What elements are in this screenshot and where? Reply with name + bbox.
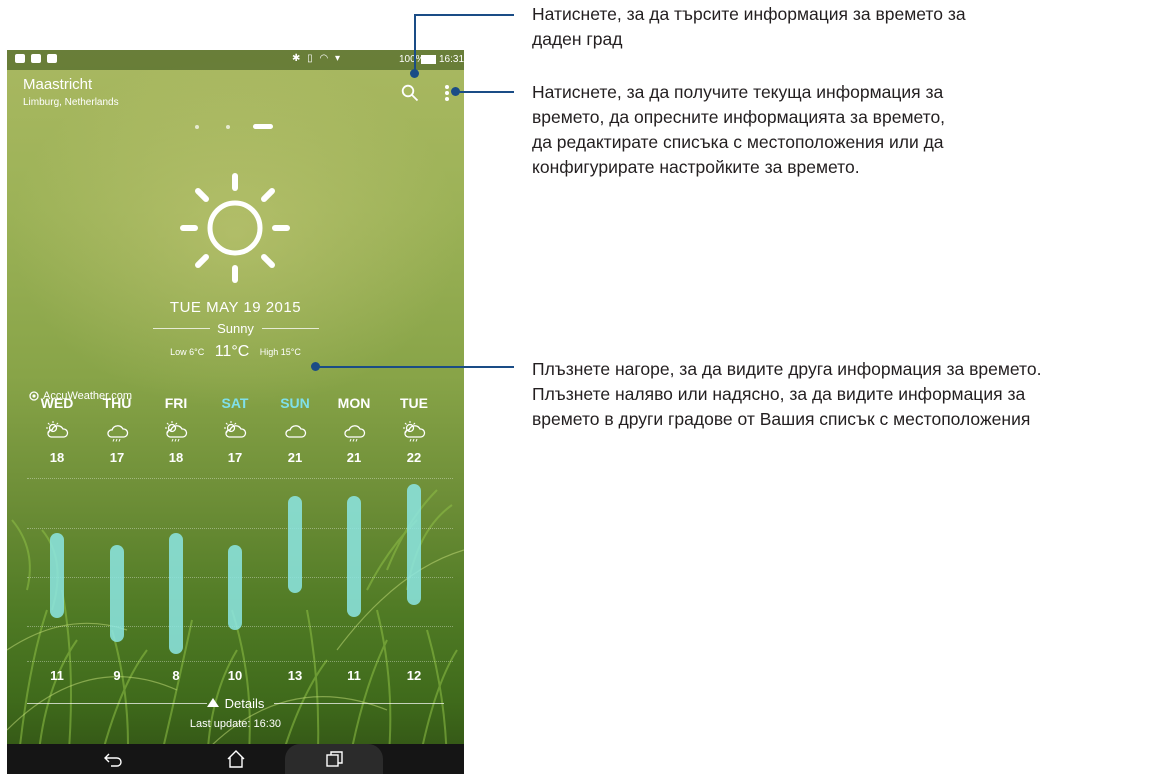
more-vert-icon[interactable] [443, 85, 451, 101]
forecast-day: SAT [221, 395, 249, 411]
forecast-high: 18 [49, 450, 65, 465]
cloud-icon [285, 425, 307, 438]
recents-icon[interactable] [323, 749, 345, 769]
callout-leader [414, 14, 514, 16]
forecast-high: 17 [227, 450, 243, 465]
forecast-day: MON [337, 395, 371, 411]
forecast-low: 11 [347, 668, 361, 683]
forecast-high: 22 [406, 450, 422, 465]
forecast-low: 10 [227, 668, 243, 683]
sun-rain-icon [165, 421, 188, 442]
last-update: Last update: 16:30 [189, 718, 282, 730]
notification-icons [15, 54, 73, 66]
forecast-low: 12 [406, 668, 422, 683]
temperature-range-bar [407, 484, 421, 606]
forecast-low: 11 [50, 668, 64, 683]
details-label: Details [224, 696, 265, 711]
grid-line [27, 478, 453, 479]
page-indicator-dot [226, 125, 230, 129]
sun-cloud-icon [46, 421, 69, 438]
forecast-high: 17 [109, 450, 125, 465]
forecast-high: 21 [287, 450, 303, 465]
status-bar: ✱ ▯ ◠ ▾ 100% 16:31 [7, 50, 464, 70]
low-temp: Low 6°C [170, 347, 205, 357]
grid-line [27, 661, 453, 662]
current-date: TUE MAY 19 2015 [169, 299, 302, 316]
callout-leader [453, 91, 514, 93]
expand-up-icon [206, 698, 219, 707]
temperature-range-bar [228, 544, 242, 630]
temperature-range-bar [347, 496, 361, 618]
navigation-bar [7, 744, 464, 774]
forecast-low: 8 [172, 668, 180, 683]
back-icon[interactable] [102, 749, 124, 769]
callout-pin [311, 362, 320, 371]
annotation-menu: Натиснете, за да получите текуща информа… [532, 82, 946, 177]
sun-rain-icon [403, 421, 426, 442]
battery-icon [421, 55, 436, 64]
page-indicator-dot [195, 125, 199, 129]
city-region: Limburg, Netherlands [23, 97, 119, 108]
forecast-day: WED [40, 395, 74, 411]
forecast-day: FRI [164, 395, 188, 411]
forecast-low: 9 [113, 668, 121, 683]
forecast-day: TUE [400, 395, 428, 411]
current-condition: Sunny [217, 321, 254, 336]
temperature-range-bar [110, 544, 124, 642]
weather-app-screen[interactable]: ✱ ▯ ◠ ▾ 100% 16:31 Maastricht Limburg, N… [7, 50, 464, 774]
current-temp: 11°C [214, 343, 250, 360]
sun-icon [180, 173, 290, 283]
rain-cloud-icon [344, 425, 366, 442]
temperature-range-bar [50, 532, 64, 618]
forecast-high: 21 [346, 450, 362, 465]
details-toggle[interactable]: Details [7, 696, 464, 711]
temperature-range-bar [169, 532, 183, 654]
callout-pin [451, 87, 460, 96]
callout-leader [318, 366, 514, 368]
grid-line [27, 528, 453, 529]
forecast-high: 18 [168, 450, 184, 465]
search-icon[interactable] [401, 84, 419, 102]
city-name: Maastricht [23, 76, 93, 93]
grass-background [7, 489, 464, 774]
callout-pin [410, 69, 419, 78]
sun-cloud-icon [224, 421, 247, 438]
forecast-low: 13 [287, 668, 303, 683]
callout-leader [414, 14, 416, 71]
annotation-search: Натиснете, за да търсите информация за в… [532, 4, 966, 49]
connectivity-icons: ✱ ▯ ◠ ▾ [292, 53, 342, 64]
annotation-swipe: Плъзнете нагоре, за да видите друга инфо… [532, 359, 1042, 429]
high-temp: High 15°C [259, 347, 301, 357]
current-temperatures: Low 6°C 11°C High 15°C [7, 343, 464, 361]
page-indicator-active [253, 124, 273, 129]
status-time: 16:31 [439, 54, 464, 65]
forecast-day: THU [102, 395, 132, 411]
home-icon[interactable] [225, 749, 247, 769]
temperature-range-bar [288, 496, 302, 594]
forecast-day: SUN [280, 395, 310, 411]
rain-cloud-icon [107, 425, 129, 442]
